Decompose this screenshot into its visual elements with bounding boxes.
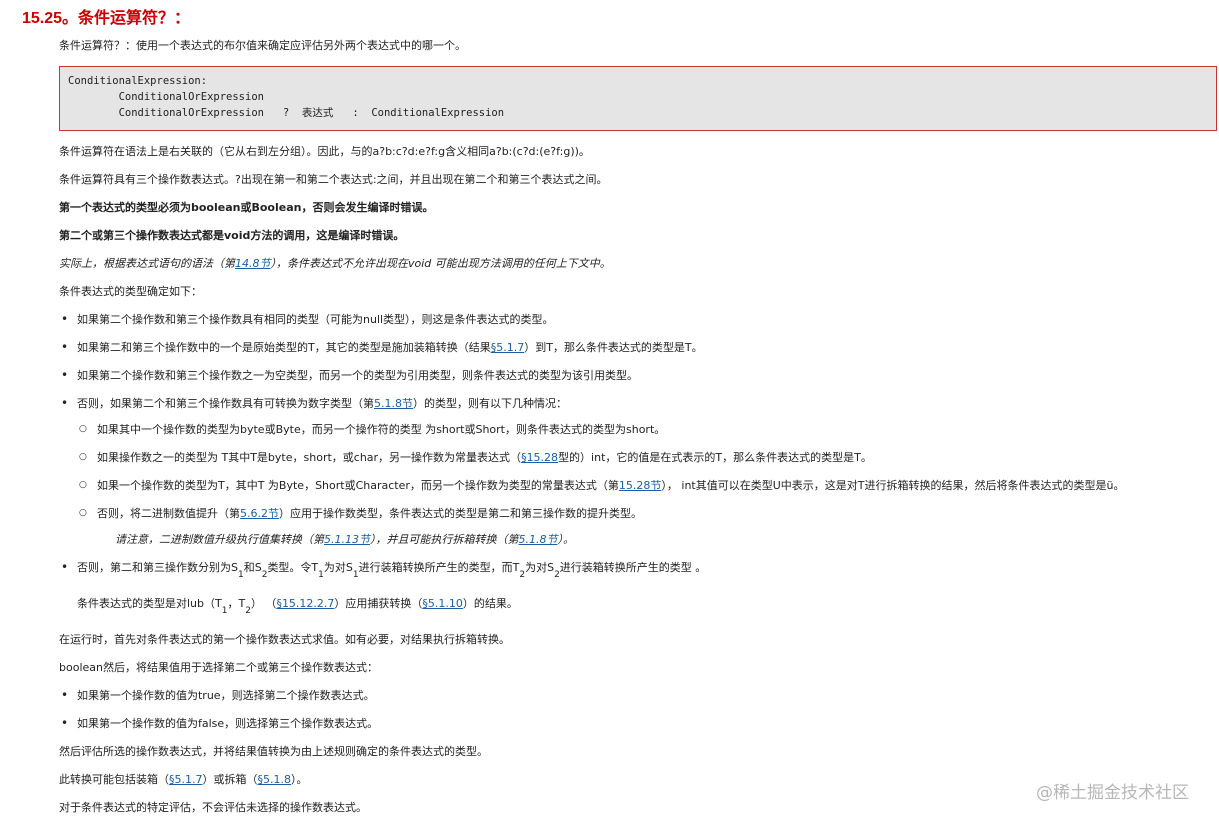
text: ）的结果。 (462, 597, 518, 610)
text: ），条件表达式不允许出现在void 可能出现方法调用的任何上下文中。 (270, 257, 611, 270)
practice-note-paragraph: 实际上，根据表达式语句的语法（第14.8节），条件表达式不允许出现在void 可… (59, 256, 1214, 271)
associativity-paragraph: 条件运算符在语法上是右关联的（它从右到左分组）。因此，与的a?b:c?d:e?f… (59, 145, 590, 158)
text: 进行装箱转换所产生的类型，而T (358, 561, 520, 574)
text: 否则，将二进制数值提升（第 (97, 507, 240, 520)
code-line: ConditionalOrExpression ? 表达式 : Conditio… (68, 107, 505, 119)
intro-paragraph: 条件运算符？：使用一个表达式的布尔值来确定应评估另外两个表达式中的哪一个。 (59, 39, 466, 52)
list-item: 如果第一个操作数的值为true，则选择第二个操作数表达式。 (59, 688, 1214, 703)
section-body: 条件运算符？：使用一个表达式的布尔值来确定应评估另外两个表达式中的哪一个。 Co… (59, 38, 1217, 828)
text: 条件表达式的类型是对lub（T (77, 597, 222, 610)
text: 型的）int，它的值是在式表示的T，那么条件表达式的类型是T。 (558, 451, 872, 464)
rule-boolean-paragraph: 第一个表达式的类型必须为boolean或Boolean，否则会发生编译时错误。 (59, 201, 434, 214)
text: 和S (243, 561, 262, 574)
list-item: 如果其中一个操作数的类型为byte或Byte，而另一个操作符的类型 为short… (77, 422, 1214, 437)
text: 此转换可能包括装箱（ (59, 773, 169, 786)
boolean-paragraph: boolean然后，将结果值用于选择第二个或第三个操作数表达式： (59, 661, 378, 674)
text: ）到T，那么条件表达式的类型是T。 (524, 341, 703, 354)
text: 为对S (323, 561, 353, 574)
type-determination-paragraph: 条件表达式的类型确定如下： (59, 285, 202, 298)
section-title: 15.25。条件运算符？： (22, 10, 191, 27)
text: ）。 (557, 533, 575, 546)
text: 如果操作数之一的类型为 T其中T是byte，short，或char，另一操作数为… (97, 451, 522, 464)
evaluate-paragraph: 然后评估所选的操作数表达式，并将结果值转换为由上述规则确定的条件表达式的类型。 (59, 745, 488, 758)
text: 实际上，根据表达式语句的语法（第 (59, 257, 235, 270)
link-5-1-7-b[interactable]: §5.1.7 (169, 773, 203, 786)
text: 类型。令T (267, 561, 319, 574)
grammar-code-block: ConditionalExpression: ConditionalOrExpr… (59, 66, 1217, 131)
text: ，T (227, 597, 246, 610)
text: ）或拆箱（ (202, 773, 258, 786)
text: 如果一个操作数的类型为T，其中T 为Byte，Short或Character，而… (97, 479, 619, 492)
link-5-1-8-c[interactable]: §5.1.8 (258, 773, 292, 786)
text: ）， int其值可以在类型U中表示，这是对T进行拆箱转换的结果，然后将条件表达式… (661, 479, 1125, 492)
list-item: 否则，如果第二个和第三个操作数具有可转换为数字类型（第5.1.8节）的类型，则有… (59, 396, 1214, 547)
code-line: ConditionalOrExpression (68, 91, 264, 103)
list-item: 如果第二和第三个操作数中的一个是原始类型的T，其它的类型是施加装箱转换（结果§5… (59, 340, 1214, 355)
list-item: 如果第二个操作数和第三个操作数之一为空类型，而另一个的类型为引用类型，则条件表达… (59, 368, 1214, 383)
list-item: 否则，将二进制数值提升（第5.6.2节）应用于操作数类型，条件表达式的类型是第二… (77, 506, 1214, 521)
link-5-1-13[interactable]: 5.1.13节 (324, 533, 370, 546)
watermark: @稀土掘金技术社区 (1036, 783, 1189, 803)
selection-list: 如果第一个操作数的值为true，则选择第二个操作数表达式。 如果第一个操作数的值… (59, 688, 1214, 731)
list-item: 如果第一个操作数的值为false，则选择第三个操作数表达式。 (59, 716, 1214, 731)
link-15-28-b[interactable]: 15.28节 (619, 479, 662, 492)
text: 进行装箱转换所产生的类型 。 (559, 561, 707, 574)
link-15-12-2-7[interactable]: §15.12.2.7 (276, 597, 334, 610)
text: ） （ (250, 597, 277, 610)
list-item: 如果第二个操作数和第三个操作数具有相同的类型（可能为null类型），则这是条件表… (59, 312, 1214, 327)
type-rules-list: 如果第二个操作数和第三个操作数具有相同的类型（可能为null类型），则这是条件表… (59, 312, 1214, 583)
link-5-1-10[interactable]: §5.1.10 (422, 597, 463, 610)
link-5-6-2[interactable]: 5.6.2节 (240, 507, 279, 520)
text: 为对S (525, 561, 555, 574)
operands-paragraph: 条件运算符具有三个操作数表达式。?出现在第一和第二个表达式:之间，并且出现在第二… (59, 173, 608, 186)
list-item: 否则，第二和第三操作数分别为S1和S2类型。令T1为对S1进行装箱转换所产生的类… (59, 560, 1214, 583)
promotion-note: 请注意，二进制数值升级执行值集转换（第5.1.13节），并且可能执行拆箱转换（第… (77, 532, 1214, 547)
text: ）应用于操作数类型，条件表达式的类型是第二和第三操作数的提升类型。 (279, 507, 642, 520)
text: 请注意，二进制数值升级执行值集转换（第 (115, 533, 324, 546)
runtime-paragraph: 在运行时，首先对条件表达式的第一个操作数表达式求值。如有必要，对结果执行拆箱转换… (59, 633, 510, 646)
link-5-1-8[interactable]: 5.1.8节 (374, 397, 413, 410)
text: 如果第二和第三个操作数中的一个是原始类型的T，其它的类型是施加装箱转换（结果 (77, 341, 491, 354)
link-5-1-7[interactable]: §5.1.7 (491, 341, 525, 354)
text: ），并且可能执行拆箱转换（第 (370, 533, 519, 546)
link-14-8[interactable]: 14.8节 (235, 257, 271, 270)
list-item: 如果一个操作数的类型为T，其中T 为Byte，Short或Character，而… (77, 478, 1214, 493)
list-item: 如果操作数之一的类型为 T其中T是byte，short，或char，另一操作数为… (77, 450, 1214, 465)
rule-void-paragraph: 第二个或第三个操作数表达式都是void方法的调用，这是编译时错误。 (59, 229, 405, 242)
text: 否则，如果第二个和第三个操作数具有可转换为数字类型（第 (77, 397, 374, 410)
text: 否则，第二和第三操作数分别为S (77, 561, 238, 574)
link-5-1-8-b[interactable]: 5.1.8节 (519, 533, 558, 546)
text: ）。 (291, 773, 308, 786)
text: ）应用捕获转换（ (334, 597, 423, 610)
numeric-cases-list: 如果其中一个操作数的类型为byte或Byte，而另一个操作符的类型 为short… (77, 422, 1214, 521)
code-line: ConditionalExpression: (68, 75, 208, 87)
text: ）的类型，则有以下几种情况： (413, 397, 567, 410)
lub-paragraph: 条件表达式的类型是对lub（T1，T2） （§15.12.2.7）应用捕获转换（… (59, 596, 1214, 619)
link-15-28[interactable]: §15.28 (521, 451, 558, 464)
